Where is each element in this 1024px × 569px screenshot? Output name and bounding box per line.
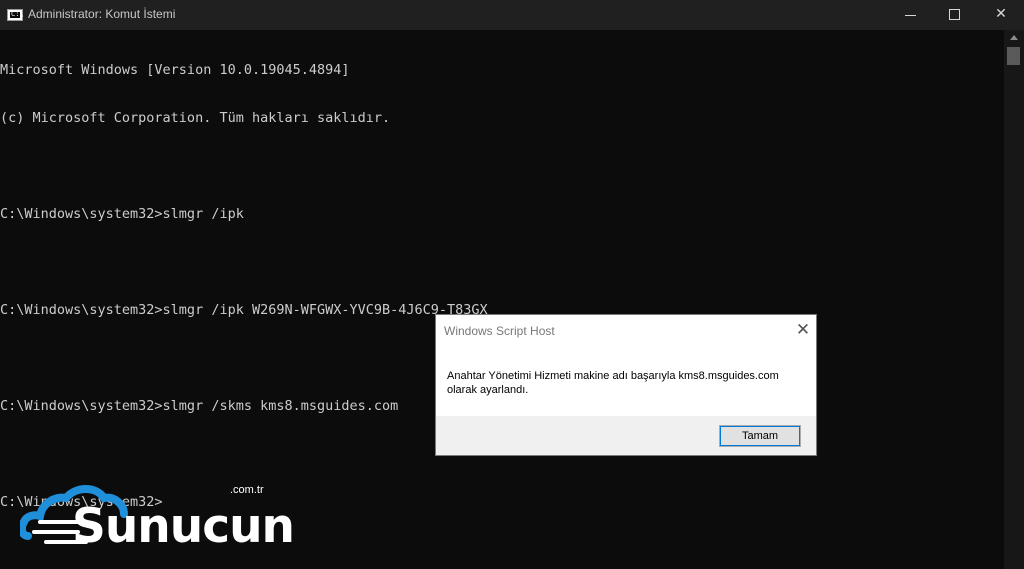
vertical-scrollbar[interactable] [1004,30,1024,569]
minimize-button[interactable] [888,0,934,30]
scrollbar-thumb[interactable] [1007,47,1020,65]
dialog-footer: Tamam [436,416,816,455]
console-line: C:\Windows\system32>slmgr /ipk [0,206,244,222]
dialog-message: Anahtar Yönetimi Hizmeti makine adı başa… [447,369,807,397]
console-line: C:\Windows\system32>slmgr /ipk W269N-WFG… [0,302,488,318]
console-line: ​ [0,158,488,174]
dialog-message-line: olarak ayarlandı. [447,384,529,396]
console-line: C:\Windows\system32>slmgr /skms kms8.msg… [0,398,399,414]
cmd-icon[interactable]: C:\ [7,9,24,21]
logo-tld: .com.tr [230,484,264,496]
ok-button[interactable]: Tamam [719,425,801,447]
close-icon: ✕ [795,320,811,340]
dialog-title: Windows Script Host [444,324,555,338]
console-lines: Microsoft Windows [Version 10.0.19045.48… [0,30,488,542]
console-line: (c) Microsoft Corporation. Tüm hakları s… [0,110,391,126]
cmd-icon-glyph: C:\ [11,10,24,18]
close-button[interactable]: ✕ [978,0,1024,30]
title-bar: C:\ Administrator: Komut İstemi ✕ [0,0,1024,30]
console-line: ​ [0,446,488,462]
script-host-dialog: Windows Script Host ✕ Anahtar Yönetimi H… [435,314,817,456]
console-line: Microsoft Windows [Version 10.0.19045.48… [0,62,350,78]
logo-text: Sunucun [72,499,295,554]
scroll-up-arrow-icon[interactable] [1010,35,1018,40]
console-line: ​ [0,350,488,366]
console-line: ​ [0,254,488,270]
dialog-message-line: Anahtar Yönetimi Hizmeti makine adı başa… [447,370,779,382]
maximize-icon [949,9,960,20]
minimize-icon [905,15,916,16]
window-title: Administrator: Komut İstemi [28,7,176,21]
dialog-close-button[interactable]: ✕ [792,319,814,341]
maximize-button[interactable] [932,0,978,30]
close-icon: ✕ [995,6,1007,22]
